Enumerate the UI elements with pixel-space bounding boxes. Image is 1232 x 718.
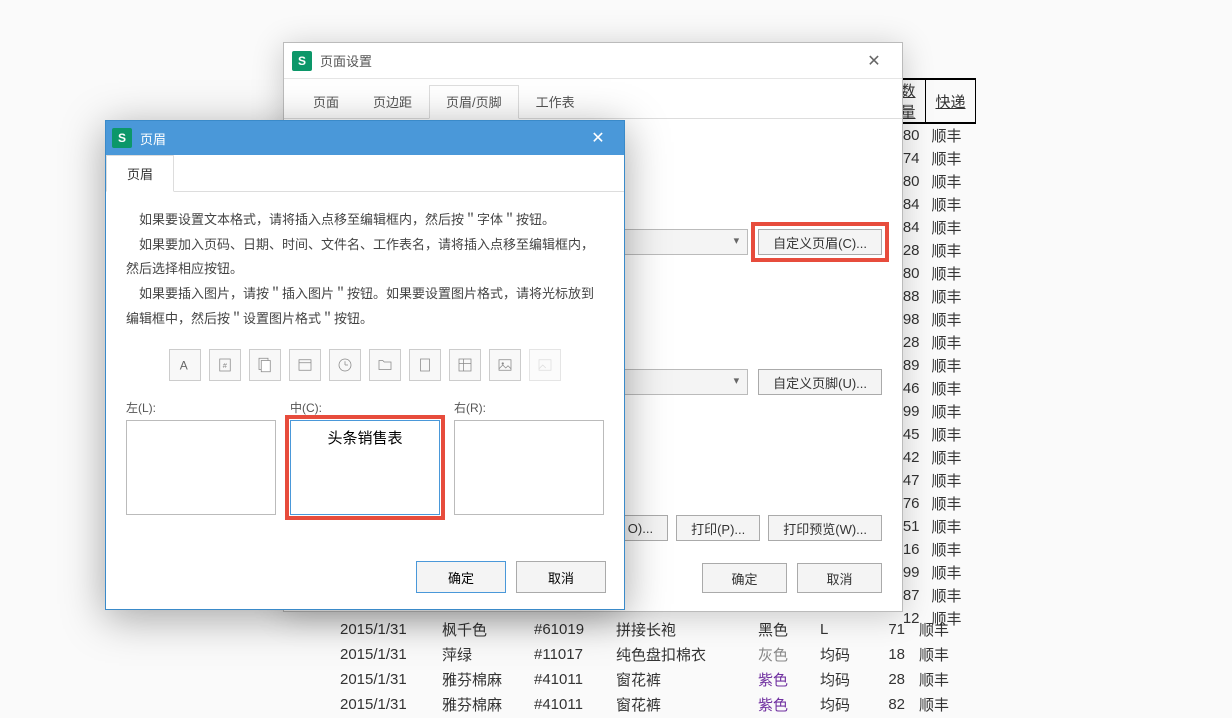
total-pages-icon[interactable] (249, 349, 281, 381)
table-row: 28顺丰 (891, 331, 976, 354)
close-icon[interactable]: ✕ (578, 128, 618, 148)
filename-icon[interactable] (409, 349, 441, 381)
col-header-ship: 快递 (926, 79, 976, 123)
header-cancel-button[interactable]: 取消 (516, 561, 606, 593)
table-row: 28顺丰 (891, 239, 976, 262)
tab-margins[interactable]: 页边距 (356, 85, 429, 118)
page-number-icon[interactable]: # (209, 349, 241, 381)
format-picture-icon[interactable] (529, 349, 561, 381)
center-header-input[interactable] (290, 420, 440, 515)
right-section-label: 右(R): (454, 399, 604, 416)
background-data-table-wide: 2015/1/31枫千色#61019拼接长袍黑色L71顺丰2015/1/31萍绿… (332, 616, 965, 718)
sheet-name-icon[interactable] (449, 349, 481, 381)
table-row: 74顺丰 (891, 147, 976, 170)
table-row: 84顺丰 (891, 193, 976, 216)
header-dialog-title: 页眉 (140, 129, 578, 148)
help-text-2: 如果要加入页码、日期、时间、文件名、工作表名，请将插入点移至编辑框内，然后选择相… (126, 233, 604, 282)
insert-picture-icon[interactable] (489, 349, 521, 381)
tab-header[interactable]: 页眉 (106, 155, 174, 192)
date-icon[interactable] (289, 349, 321, 381)
table-row: 84顺丰 (891, 216, 976, 239)
table-row: 99顺丰 (891, 400, 976, 423)
table-row: 99顺丰 (891, 561, 976, 584)
table-row: 47顺丰 (891, 469, 976, 492)
table-row: 80顺丰 (891, 262, 976, 285)
table-row: 88顺丰 (891, 285, 976, 308)
table-row: 89顺丰 (891, 354, 976, 377)
table-row: 45顺丰 (891, 423, 976, 446)
custom-footer-button[interactable]: 自定义页脚(U)... (758, 369, 882, 395)
close-icon[interactable]: ✕ (854, 51, 894, 71)
table-row: 87顺丰 (891, 584, 976, 607)
tab-header-footer[interactable]: 页眉/页脚 (429, 85, 519, 119)
header-titlebar[interactable]: S 页眉 ✕ (106, 121, 624, 155)
table-row: 51顺丰 (891, 515, 976, 538)
help-text-1: 如果要设置文本格式，请将插入点移至编辑框内，然后按＂字体＂按钮。 (126, 208, 604, 233)
left-header-input[interactable] (126, 420, 276, 515)
help-text-3: 如果要插入图片，请按＂插入图片＂按钮。如果要设置图片格式，请将光标放到编辑框中，… (126, 282, 604, 331)
table-row: 2015/1/31萍绿#11017纯色盘扣棉衣灰色均码18顺丰 (334, 643, 963, 666)
table-row: 46顺丰 (891, 377, 976, 400)
table-row: 2015/1/31枫千色#61019拼接长袍黑色L71顺丰 (334, 618, 963, 641)
table-row: 2015/1/31雅芬棉麻#41011窗花裤紫色均码82顺丰 (334, 693, 963, 716)
svg-text:#: # (223, 361, 228, 370)
page-setup-ok-button[interactable]: 确定 (702, 563, 787, 593)
center-section-label: 中(C): (290, 399, 440, 416)
tab-page[interactable]: 页面 (296, 85, 356, 118)
header-toolbar: A # (126, 349, 604, 381)
header-ok-button[interactable]: 确定 (416, 561, 506, 593)
custom-header-button[interactable]: 自定义页眉(C)... (758, 229, 882, 255)
page-setup-titlebar[interactable]: S 页面设置 ✕ (284, 43, 902, 79)
right-header-input[interactable] (454, 420, 604, 515)
filepath-icon[interactable] (369, 349, 401, 381)
print-button[interactable]: 打印(P)... (676, 515, 760, 541)
table-row: 2015/1/31雅芬棉麻#41011窗花裤紫色均码28顺丰 (334, 668, 963, 691)
page-setup-cancel-button[interactable]: 取消 (797, 563, 882, 593)
table-row: 42顺丰 (891, 446, 976, 469)
left-section-label: 左(L): (126, 399, 276, 416)
app-icon: S (112, 128, 132, 148)
font-icon[interactable]: A (169, 349, 201, 381)
tab-sheet[interactable]: 工作表 (519, 85, 592, 118)
app-icon: S (292, 51, 312, 71)
page-setup-title: 页面设置 (320, 51, 854, 70)
time-icon[interactable] (329, 349, 361, 381)
svg-text:A: A (180, 359, 188, 373)
header-dialog: S 页眉 ✕ 页眉 如果要设置文本格式，请将插入点移至编辑框内，然后按＂字体＂按… (105, 120, 625, 610)
table-row: 80顺丰 (891, 123, 976, 147)
header-tabs: 页眉 (106, 155, 624, 192)
page-setup-tabs: 页面 页边距 页眉/页脚 工作表 (284, 79, 902, 119)
table-row: 16顺丰 (891, 538, 976, 561)
table-row: 76顺丰 (891, 492, 976, 515)
print-preview-button[interactable]: 打印预览(W)... (768, 515, 882, 541)
table-row: 98顺丰 (891, 308, 976, 331)
table-row: 80顺丰 (891, 170, 976, 193)
